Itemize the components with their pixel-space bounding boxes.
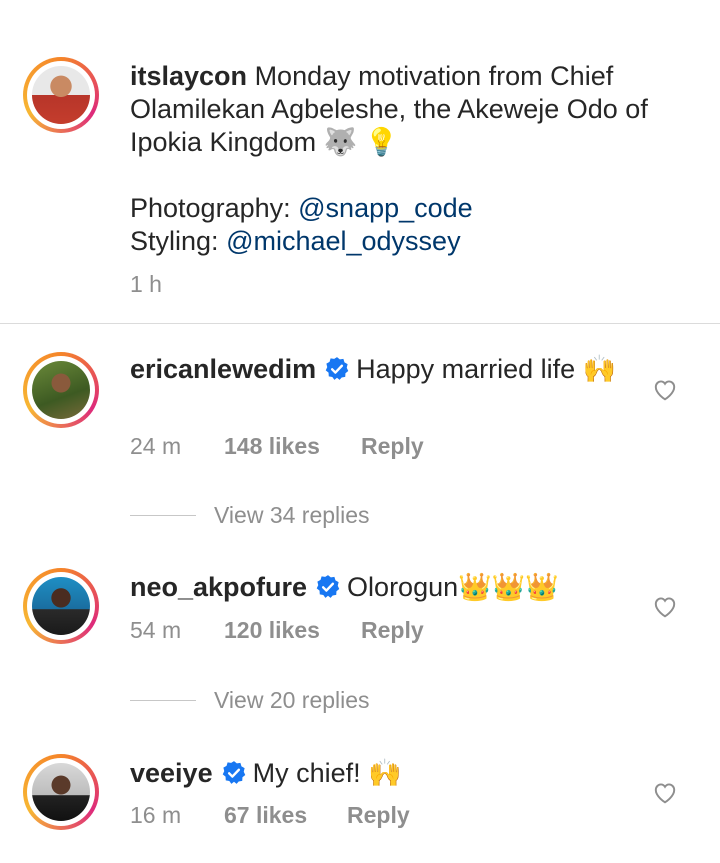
comment-avatar-ericanlewedim[interactable] (23, 352, 99, 428)
replies-line (130, 700, 196, 701)
reply-button[interactable]: Reply (361, 433, 424, 460)
verified-badge-icon (221, 760, 247, 794)
replies-line (130, 515, 196, 516)
comment-ericanlewedim: ericanlewedim Happy married life 🙌 (130, 352, 630, 390)
like-heart-icon[interactable] (652, 780, 678, 804)
verified-badge-icon (315, 574, 341, 608)
comment-body: My chief! 🙌 (252, 758, 402, 788)
post-caption: itslaycon Monday motivation from Chief O… (130, 60, 690, 258)
comment-time: 24 m (130, 433, 182, 459)
post-timestamp: 1 h (130, 271, 162, 297)
post-author-avatar[interactable] (23, 57, 99, 133)
reply-button[interactable]: Reply (347, 802, 410, 829)
comment-username[interactable]: veeiye (130, 758, 213, 788)
view-replies-label: View 34 replies (214, 502, 370, 528)
styling-label: Styling: (130, 226, 219, 256)
comment-likes[interactable]: 67 likes (224, 802, 307, 829)
photography-label: Photography: (130, 193, 291, 223)
comment-body: Olorogun👑👑👑 (347, 572, 559, 602)
comment-time: 54 m (130, 617, 182, 643)
comment-body: Happy married life 🙌 (356, 354, 617, 384)
caption-divider (0, 323, 720, 324)
reply-button[interactable]: Reply (361, 617, 424, 644)
view-replies-label: View 20 replies (214, 687, 370, 713)
photography-mention-link[interactable]: @snapp_code (298, 193, 473, 223)
comment-time: 16 m (130, 802, 182, 828)
comment-username[interactable]: neo_akpofure (130, 572, 307, 602)
post-username[interactable]: itslaycon (130, 61, 247, 91)
like-heart-icon[interactable] (652, 594, 678, 618)
comment-avatar-veeiye[interactable] (23, 754, 99, 830)
verified-badge-icon (324, 356, 350, 390)
comment-username[interactable]: ericanlewedim (130, 354, 316, 384)
comment-avatar-neo-akpofure[interactable] (23, 568, 99, 644)
comment-veeiye: veeiye My chief! 🙌 (130, 756, 630, 794)
comment-likes[interactable]: 120 likes (224, 617, 320, 644)
styling-mention-link[interactable]: @michael_odyssey (226, 226, 461, 256)
like-heart-icon[interactable] (652, 377, 678, 401)
comment-neo-akpofure: neo_akpofure Olorogun👑👑👑 (130, 570, 630, 608)
comment-likes[interactable]: 148 likes (224, 433, 320, 460)
